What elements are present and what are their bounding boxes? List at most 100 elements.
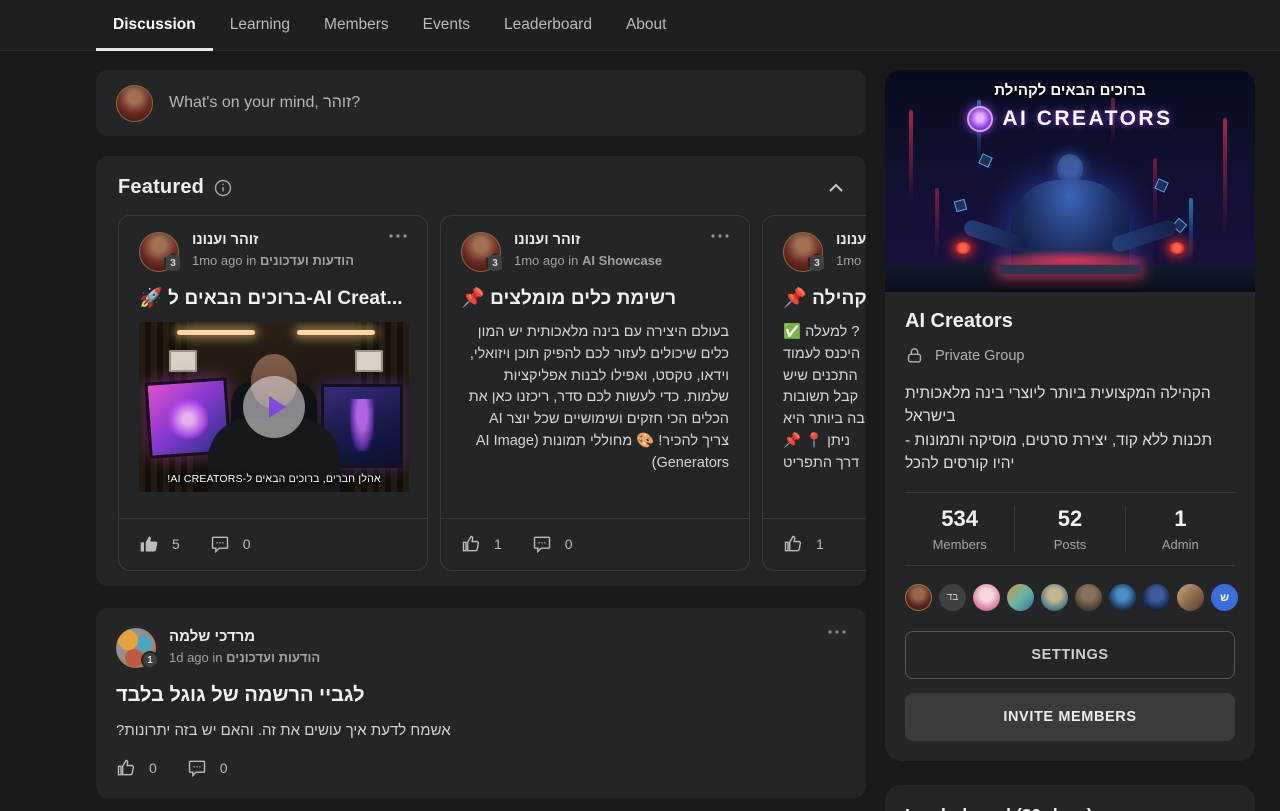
member-avatar[interactable]: ש bbox=[1211, 584, 1238, 611]
info-icon[interactable] bbox=[214, 179, 232, 197]
feed-column: What's on your mind, זוהר? Featured bbox=[96, 70, 866, 798]
more-options-icon[interactable] bbox=[389, 232, 407, 238]
like-count: 1 bbox=[816, 536, 824, 552]
banner-streak bbox=[935, 188, 939, 258]
member-avatar[interactable] bbox=[905, 584, 932, 611]
body-line: בה ביותר היא bbox=[783, 409, 866, 431]
featured-card-community[interactable]: 3 זוהר וענונו 1mo 📌 קהילה ? למעלה ✅ היכנ… bbox=[762, 215, 866, 571]
member-avatar[interactable] bbox=[973, 584, 1000, 611]
card-footer: 5 0 bbox=[119, 518, 427, 554]
tab-events[interactable]: Events bbox=[406, 0, 487, 50]
more-options-icon[interactable] bbox=[711, 232, 729, 238]
comment-count: 0 bbox=[565, 536, 573, 552]
post-time: 1mo ago in bbox=[514, 253, 578, 268]
banner-logo-text: AI CREATORS bbox=[1002, 107, 1172, 131]
admins-label: Admin bbox=[1126, 537, 1235, 552]
banner-hand-glow bbox=[955, 242, 971, 254]
banner-hand-glow bbox=[1169, 242, 1185, 254]
tab-leaderboard[interactable]: Leaderboard bbox=[487, 0, 609, 50]
banner-cube bbox=[954, 199, 967, 212]
stat-posts[interactable]: 52 Posts bbox=[1014, 506, 1124, 552]
tab-learning[interactable]: Learning bbox=[213, 0, 307, 50]
posts-count: 52 bbox=[1015, 506, 1124, 532]
speaker bbox=[169, 350, 197, 372]
stat-members[interactable]: 534 Members bbox=[905, 506, 1014, 552]
top-nav: Discussion Learning Members Events Leade… bbox=[0, 0, 1280, 51]
like-count: 1 bbox=[494, 536, 502, 552]
body-line: ניתן 📍 📌 bbox=[783, 431, 866, 453]
group-name: AI Creators bbox=[905, 310, 1235, 333]
post-time: 1mo bbox=[836, 253, 861, 268]
tab-about[interactable]: About bbox=[609, 0, 684, 50]
feed-post[interactable]: 1 מרדכי שלמה 1d ago in הודעות ועדכונים ל… bbox=[96, 608, 866, 798]
like-button[interactable]: 5 bbox=[139, 534, 180, 554]
card-header: 1 מרדכי שלמה 1d ago in הודעות ועדכונים bbox=[116, 628, 846, 668]
featured-card-welcome[interactable]: 3 זוהר וענונו 1mo ago in הודעות ועדכונים bbox=[118, 215, 428, 571]
comment-button[interactable]: 0 bbox=[187, 758, 228, 778]
group-description: הקהילה המקצועית ביותר ליוצרי בינה מלאכות… bbox=[905, 382, 1235, 475]
speaker bbox=[355, 350, 383, 372]
post-composer[interactable]: What's on your mind, זוהר? bbox=[96, 70, 866, 136]
like-button[interactable]: 0 bbox=[116, 758, 157, 778]
post-footer: 0 0 bbox=[116, 758, 846, 778]
card-header: 3 זוהר וענונו 1mo ago in הודעות ועדכונים bbox=[139, 232, 407, 272]
admins-count: 1 bbox=[1126, 506, 1235, 532]
studio-light bbox=[297, 330, 375, 335]
banner-streak bbox=[1189, 198, 1193, 258]
level-badge: 1 bbox=[141, 651, 159, 669]
play-button[interactable] bbox=[243, 376, 305, 438]
featured-cards-row: 3 זוהר וענונו 1mo ago in הודעות ועדכונים bbox=[118, 215, 866, 571]
composer-placeholder: What's on your mind, זוהר? bbox=[169, 94, 360, 112]
member-avatar[interactable]: בד bbox=[939, 584, 966, 611]
settings-button[interactable]: SETTINGS bbox=[905, 631, 1235, 679]
group-privacy: Private Group bbox=[905, 346, 1235, 365]
lock-icon bbox=[905, 346, 924, 365]
member-avatar[interactable] bbox=[1075, 584, 1102, 611]
group-info-body: AI Creators Private Group הקהילה המקצועי… bbox=[885, 292, 1255, 761]
card-header: 3 זוהר וענונו 1mo ago in AI Showcase bbox=[461, 232, 729, 272]
post-body-preview: בעולם היצירה עם בינה מלאכותית יש המון כל… bbox=[461, 322, 729, 474]
current-user-avatar bbox=[116, 85, 153, 122]
post-meta: 1d ago in הודעות ועדכונים bbox=[169, 650, 320, 665]
invite-members-button[interactable]: INVITE MEMBERS bbox=[905, 693, 1235, 741]
post-category[interactable]: AI Showcase bbox=[582, 253, 662, 268]
tab-discussion[interactable]: Discussion bbox=[96, 0, 213, 50]
banner-streak bbox=[1153, 158, 1157, 228]
featured-card-tools[interactable]: 3 זוהר וענונו 1mo ago in AI Showcase bbox=[440, 215, 750, 571]
play-icon bbox=[269, 396, 286, 418]
comment-button[interactable]: 0 bbox=[532, 534, 573, 554]
author-name: זוהר וענונו bbox=[192, 232, 354, 249]
member-avatar[interactable] bbox=[1041, 584, 1068, 611]
banner-streak bbox=[1223, 118, 1227, 233]
group-banner-image[interactable]: ברוכים הבאים לקהילת AI CREATORS bbox=[885, 70, 1255, 292]
post-body: אשמח לדעת איך עושים את זה. והאם יש בזה י… bbox=[116, 722, 846, 739]
group-sidebar: ברוכים הבאים לקהילת AI CREATORS AI Creat… bbox=[885, 70, 1255, 811]
author-name: מרדכי שלמה bbox=[169, 628, 320, 646]
like-button[interactable]: 1 bbox=[783, 534, 824, 554]
studio-light bbox=[177, 330, 255, 335]
brain-logo-icon bbox=[967, 106, 993, 132]
like-button[interactable]: 1 bbox=[461, 534, 502, 554]
member-avatar[interactable] bbox=[1007, 584, 1034, 611]
chevron-up-icon[interactable] bbox=[828, 183, 844, 193]
post-category[interactable]: הודעות ועדכונים bbox=[226, 650, 320, 665]
featured-header: Featured bbox=[96, 176, 866, 199]
comment-button[interactable]: 0 bbox=[210, 534, 251, 554]
card-header: 3 זוהר וענונו 1mo bbox=[783, 232, 866, 272]
member-avatar[interactable] bbox=[1177, 584, 1204, 611]
member-avatar[interactable] bbox=[1143, 584, 1170, 611]
stat-admins[interactable]: 1 Admin bbox=[1125, 506, 1235, 552]
card-footer: 1 0 bbox=[441, 518, 749, 554]
post-title: 📌 קהילה bbox=[783, 286, 866, 310]
more-options-icon[interactable] bbox=[828, 628, 846, 634]
comment-count: 0 bbox=[243, 536, 251, 552]
body-line: קבל תשובות bbox=[783, 387, 866, 409]
privacy-label: Private Group bbox=[935, 348, 1024, 364]
tab-members[interactable]: Members bbox=[307, 0, 406, 50]
member-avatar[interactable] bbox=[1109, 584, 1136, 611]
banner-keyboard bbox=[1000, 265, 1140, 274]
post-meta: 1mo ago in הודעות ועדכונים bbox=[192, 253, 354, 268]
author-name: זוהר וענונו bbox=[836, 232, 866, 249]
video-thumbnail[interactable]: אהלן חברים, ברוכים הבאים ל-AI CREATORS! bbox=[139, 322, 409, 492]
post-category[interactable]: הודעות ועדכונים bbox=[260, 253, 354, 268]
